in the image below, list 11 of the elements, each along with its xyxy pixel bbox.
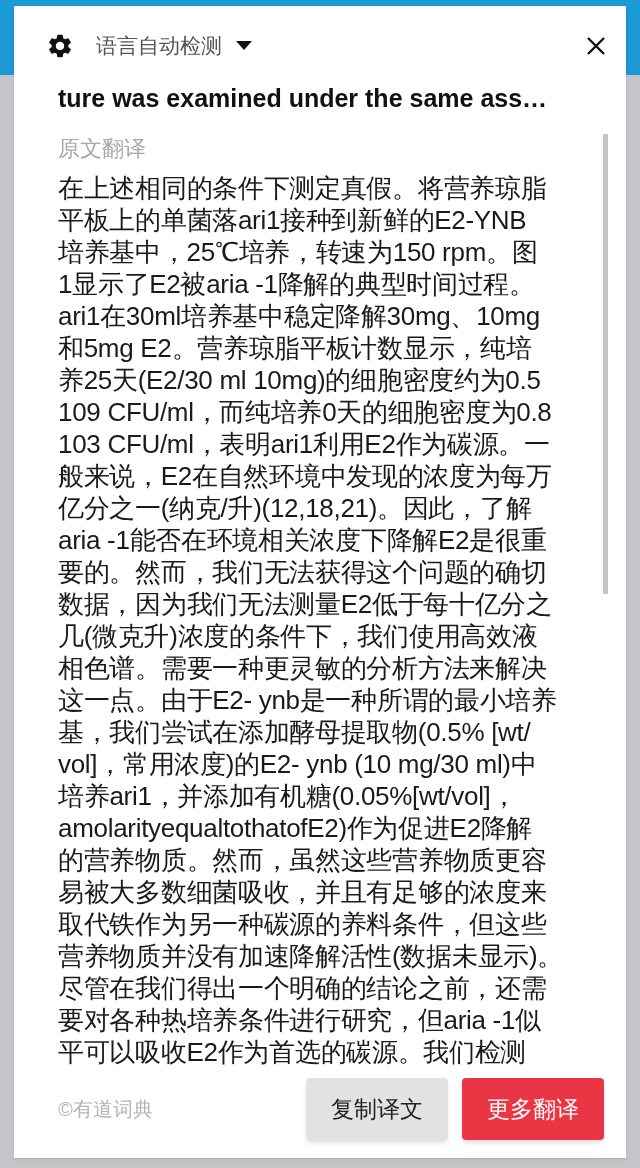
caret-icon xyxy=(236,41,252,51)
section-label: 原文翻译 xyxy=(58,135,147,163)
action-button[interactable]: 更多翻译 xyxy=(462,1078,604,1140)
credit-text: ©有道词典 xyxy=(58,1097,154,1122)
settings-icon[interactable] xyxy=(46,32,74,60)
close-icon[interactable] xyxy=(586,36,606,56)
action-button[interactable]: 复制译文 xyxy=(306,1078,448,1140)
language-dropdown[interactable]: 语言自动检测 xyxy=(96,30,252,62)
translation-text: 在上述相同的条件下测定真假。将营养琼脂 平板上的单菌落ari1接种到新鲜的E2-YNB 培养基中，25℃培养，转速为150 rpm。图 1显示了E2被aria -1降解的典型时间过程。 ari1在30ml培养基中稳定降解30mg、10mg 和5mg E2。营养琼脂平板计数显示，纯培 养25天(E2/30 ml 10mg)的细胞密度约为0.5 109 CFU/ml，而纯培养0天的细胞密度为0.8 103 CFU/ml，表明ari1利用E2作为碳源。一 般来说，E2在自然环境中发现的浓度为每万 亿分之一(纳克/升)(12,18,21)。因此，了解 aria -1能否在环境相关浓度下降解E2是很重 要的。然而，我们无法获得这个问题的确切 数据，因为我们无法测量E2低于每十亿分之 几(微克升)浓度的条件下，我们使用高效液 相色谱。需要一种更灵敏的分析方法来解决 这一点。由于E2- ynb是一种所谓的最小培养 基，我们尝试在添加酵母提取物(0.5% [wt/ vol]，常用浓度)的E2- ynb (10 mg/30 ml)中 培养ari1，并添加有机糖(0.05%[wt/vol]， amolarityequaltothatofE2)作为促进E2降解 的营养物质。然而，虽然这些营养物质更容 易被大多数细菌吸收，并且有足够的浓度来 取代铁作为另一种碳源的养料条件，但这些 营养物质并没有加速降解活性(数据未显示)。 尽管在我们得出一个明确的结论之前，还需 要对各种热培养条件进行研究，但aria -1似 平可以吸收E2作为首选的碳源。我们检测 xyxy=(58,172,565,1068)
source-text: ture was examined under the same ass… xyxy=(58,83,549,114)
scrollbar[interactable] xyxy=(603,134,608,594)
